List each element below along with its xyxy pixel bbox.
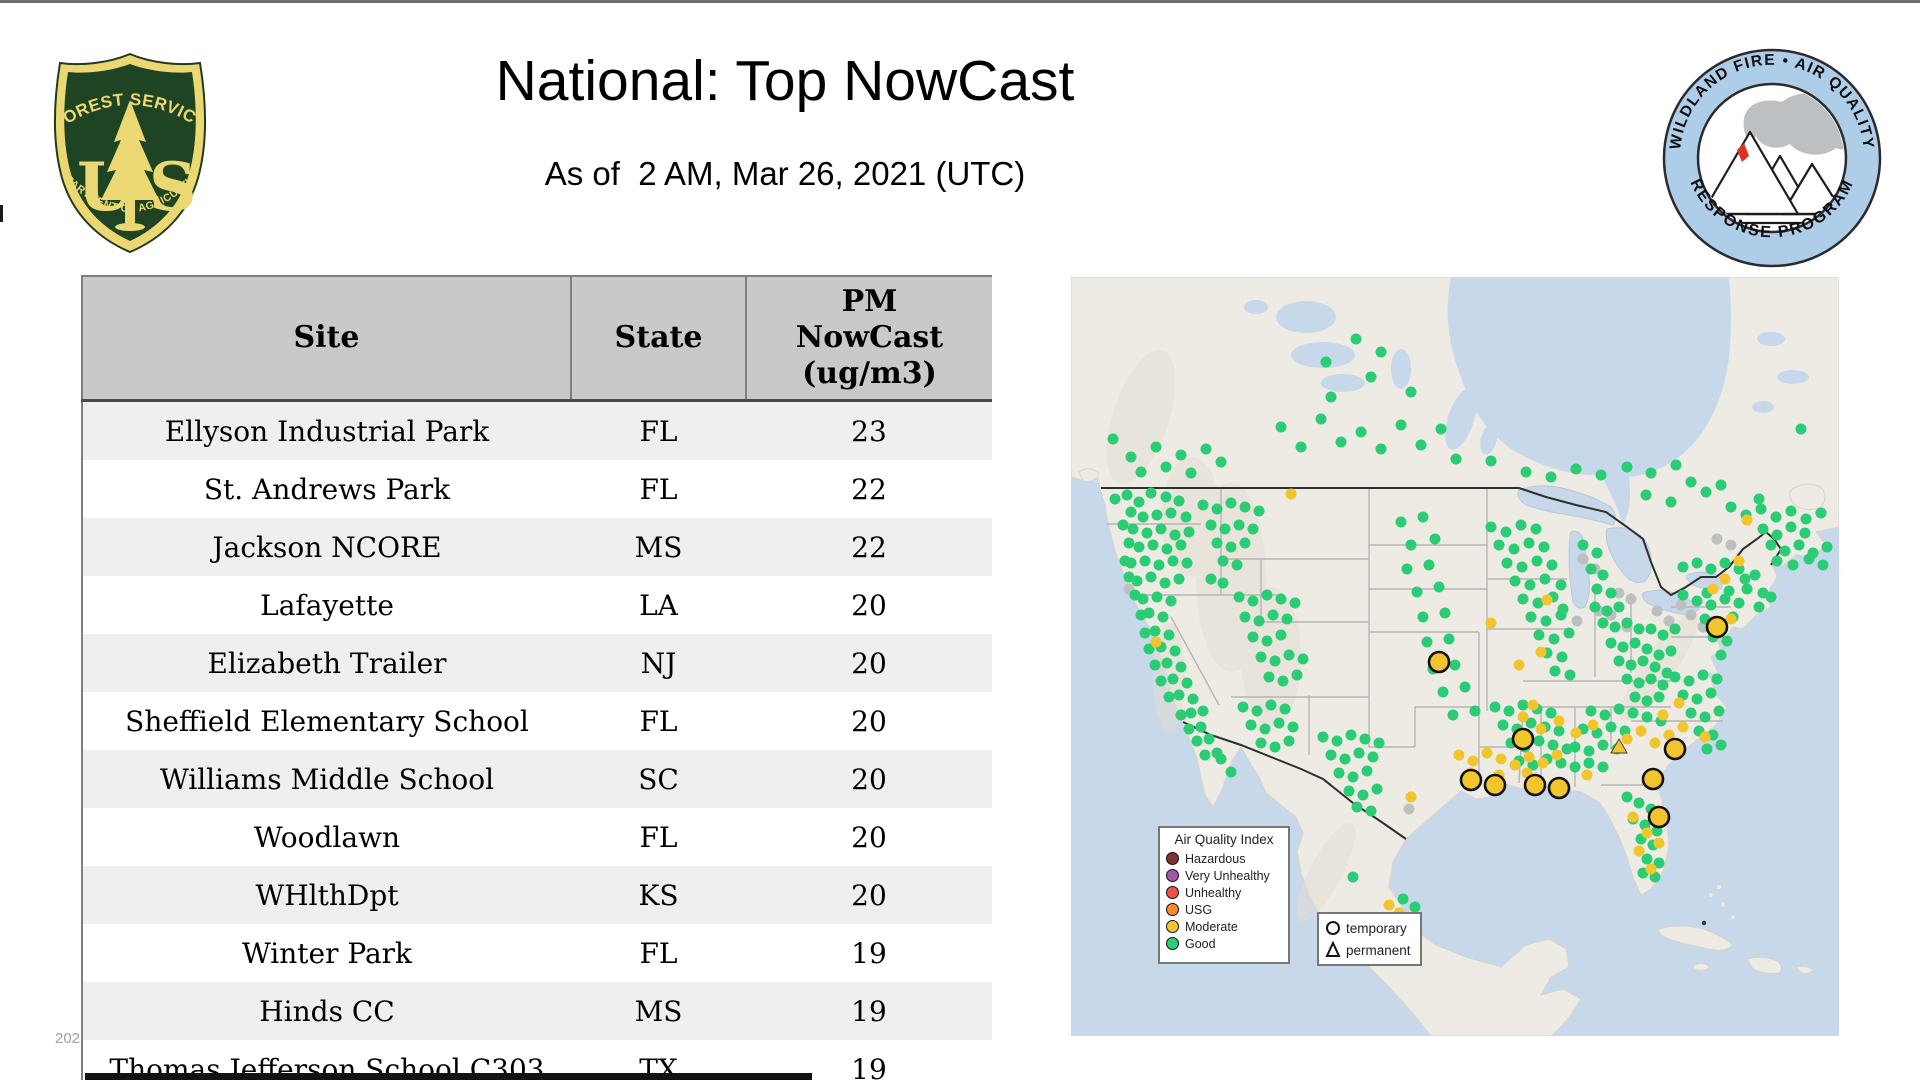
legend-label: Good bbox=[1185, 936, 1216, 951]
value-cell: 20 bbox=[851, 878, 887, 912]
legend-swatch bbox=[1166, 903, 1179, 916]
state-cell: FL bbox=[639, 936, 678, 970]
legend-label: Very Unhealthy bbox=[1185, 868, 1270, 883]
site-cell: Hinds CC bbox=[259, 994, 395, 1028]
site-cell: Ellyson Industrial Park bbox=[164, 414, 490, 448]
table-row: Woodlawn FL 20 bbox=[82, 808, 992, 866]
value-cell: 19 bbox=[851, 936, 887, 970]
bottom-clipped-bar bbox=[85, 1073, 812, 1080]
state-cell: MS bbox=[634, 994, 683, 1028]
legend-label: permanent bbox=[1346, 942, 1411, 958]
table-row: St. Andrews Park FL 22 bbox=[82, 460, 992, 518]
legend-item-permanent: permanent bbox=[1325, 939, 1414, 961]
aqi-map: Air Quality Index Hazardous Very Unhealth… bbox=[1071, 277, 1839, 1036]
legend-item-unhealthy: Unhealthy bbox=[1166, 884, 1282, 901]
site-cell: Woodlawn bbox=[253, 820, 401, 854]
site-cell: Sheffield Elementary School bbox=[125, 704, 529, 738]
legend-item-good: Good bbox=[1166, 935, 1282, 952]
value-cell: 20 bbox=[851, 588, 887, 622]
clipped-timestamp-text: 202 bbox=[55, 1030, 81, 1047]
site-cell: Elizabeth Trailer bbox=[207, 646, 447, 680]
legend-label: USG bbox=[1185, 902, 1213, 917]
legend-swatch bbox=[1166, 920, 1179, 933]
table-row: Williams Middle School SC 20 bbox=[82, 750, 992, 808]
value-cell: 22 bbox=[851, 472, 887, 506]
page-subtitle: As of 2 AM, Mar 26, 2021 (UTC) bbox=[544, 155, 1026, 192]
value-cell: 20 bbox=[851, 762, 887, 796]
site-cell: Lafayette bbox=[260, 588, 394, 622]
col-header-site: Site bbox=[81, 275, 572, 402]
legend-label: temporary bbox=[1346, 920, 1407, 936]
legend-swatch bbox=[1166, 937, 1179, 950]
legend-item-temporary: temporary bbox=[1325, 917, 1414, 939]
value-cell: 22 bbox=[851, 530, 887, 564]
state-cell: FL bbox=[639, 704, 678, 738]
state-cell: SC bbox=[638, 762, 679, 796]
temporary-circle-icon bbox=[1326, 921, 1340, 935]
legend-swatch bbox=[1166, 852, 1179, 865]
site-cell: St. Andrews Park bbox=[203, 472, 451, 506]
state-cell: FL bbox=[639, 414, 678, 448]
marker-legend: temporary permanent bbox=[1317, 912, 1422, 966]
aqi-legend: Air Quality Index Hazardous Very Unhealth… bbox=[1158, 826, 1290, 964]
site-cell: Jackson NCORE bbox=[212, 530, 442, 564]
legend-item-moderate: Moderate bbox=[1166, 918, 1282, 935]
table-header-row: Site State PM NowCast (ug/m3) bbox=[81, 275, 992, 402]
col-header-state: State bbox=[570, 275, 747, 402]
table-row: Winter Park FL 19 bbox=[82, 924, 992, 982]
value-cell: 20 bbox=[851, 704, 887, 738]
site-cell: Winter Park bbox=[241, 936, 412, 970]
col-header-pm-nowcast: PM NowCast (ug/m3) bbox=[745, 275, 992, 402]
top-divider bbox=[0, 0, 1920, 3]
legend-item-very-unhealthy: Very Unhealthy bbox=[1166, 867, 1282, 884]
value-cell: 20 bbox=[851, 820, 887, 854]
legend-item-hazardous: Hazardous bbox=[1166, 850, 1282, 867]
aqi-legend-title: Air Quality Index bbox=[1174, 832, 1274, 847]
legend-label: Moderate bbox=[1185, 919, 1238, 934]
legend-swatch bbox=[1166, 869, 1179, 882]
slide: FOREST SERVICE U S DEPARTMENT OF AGRICUL… bbox=[0, 0, 1920, 1080]
value-cell: 19 bbox=[851, 994, 887, 1028]
wfaqrp-logo: WILDLAND FIRE • AIR QUALITY RESPONSE PRO… bbox=[1662, 48, 1882, 268]
state-cell: LA bbox=[639, 588, 678, 622]
state-cell: MS bbox=[634, 530, 683, 564]
table-row: Hinds CC MS 19 bbox=[82, 982, 992, 1040]
state-cell: NJ bbox=[640, 646, 677, 680]
table-row: Lafayette LA 20 bbox=[82, 576, 992, 634]
value-cell: 23 bbox=[851, 414, 887, 448]
site-cell: Williams Middle School bbox=[159, 762, 495, 796]
page-title: National: Top NowCast bbox=[495, 49, 1075, 113]
value-cell: 20 bbox=[851, 646, 887, 680]
legend-item-usg: USG bbox=[1166, 901, 1282, 918]
table-row: Ellyson Industrial Park FL 23 bbox=[82, 400, 992, 460]
edge-artifact bbox=[0, 205, 3, 222]
state-cell: KS bbox=[638, 878, 679, 912]
legend-label: Hazardous bbox=[1185, 851, 1246, 866]
top-nowcast-table: Site State PM NowCast (ug/m3) Ellyson In… bbox=[81, 275, 992, 1080]
state-cell: FL bbox=[639, 820, 678, 854]
table-row: WHlthDpt KS 20 bbox=[82, 866, 992, 924]
state-cell: FL bbox=[639, 472, 678, 506]
table-row: Elizabeth Trailer NJ 20 bbox=[82, 634, 992, 692]
legend-swatch bbox=[1166, 886, 1179, 899]
table-row: Sheffield Elementary School FL 20 bbox=[82, 692, 992, 750]
table-row: Jackson NCORE MS 22 bbox=[82, 518, 992, 576]
legend-label: Unhealthy bbox=[1185, 885, 1242, 900]
site-cell: WHlthDpt bbox=[255, 878, 399, 912]
permanent-triangle-icon bbox=[1325, 941, 1341, 957]
